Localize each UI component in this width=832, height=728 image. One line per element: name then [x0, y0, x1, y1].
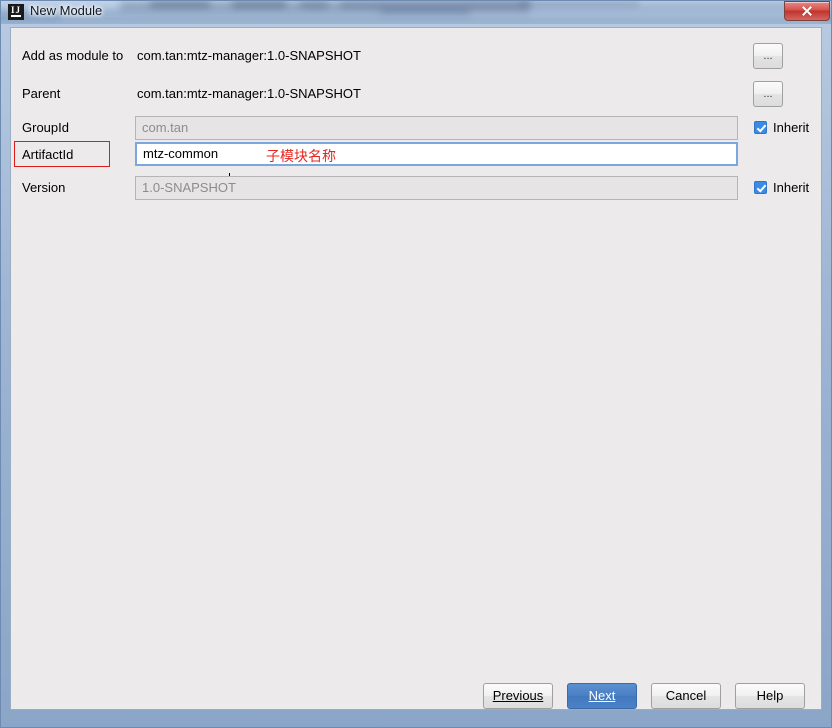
version-input[interactable]: 1.0-SNAPSHOT: [135, 176, 738, 200]
aero-glass-reflection: [300, 2, 328, 8]
artifactid-input[interactable]: mtz-common: [135, 142, 738, 166]
add-as-module-to-value: com.tan:mtz-manager:1.0-SNAPSHOT: [137, 48, 361, 63]
aero-glass-reflection: [60, 14, 820, 20]
add-as-module-to-label: Add as module to: [22, 48, 124, 63]
new-module-dialog-window: IJ New Module Add as module to com.tan:m…: [0, 0, 832, 728]
aero-glass-reflection: [232, 1, 286, 8]
previous-button-label: Previous: [492, 688, 544, 703]
add-as-module-to-browse-button[interactable]: ...: [753, 43, 783, 69]
ellipsis-icon: ...: [763, 88, 773, 100]
close-icon[interactable]: [784, 1, 830, 21]
artifactid-label: ArtifactId: [22, 147, 74, 162]
ellipsis-icon: ...: [763, 50, 773, 62]
aero-glass-reflection: [150, 1, 210, 8]
aero-glass-reflection: [520, 0, 640, 10]
previous-button[interactable]: Previous: [483, 683, 553, 709]
version-label: Version: [22, 180, 66, 195]
help-button[interactable]: Help: [735, 683, 805, 709]
parent-browse-button[interactable]: ...: [753, 81, 783, 107]
dialog-content-panel: Add as module to com.tan:mtz-manager:1.0…: [10, 27, 822, 710]
version-inherit-label: Inherit: [773, 180, 810, 195]
help-button-label: Help: [756, 688, 784, 703]
groupid-inherit-checkbox[interactable]: Inherit: [754, 120, 809, 135]
checkmark-icon: [754, 121, 767, 134]
groupid-inherit-label: Inherit: [773, 120, 810, 135]
parent-value: com.tan:mtz-manager:1.0-SNAPSHOT: [137, 86, 361, 101]
title-bar[interactable]: IJ New Module: [0, 0, 832, 24]
artifactid-annotation-note: 子模块名称: [266, 149, 336, 165]
aero-glass-reflection: [340, 2, 382, 8]
cancel-button[interactable]: Cancel: [651, 683, 721, 709]
parent-label: Parent: [22, 86, 61, 101]
groupid-label: GroupId: [22, 120, 69, 135]
version-inherit-checkbox[interactable]: Inherit: [754, 180, 809, 195]
checkmark-icon: [754, 181, 767, 194]
window-title: New Module: [30, 3, 103, 18]
next-button[interactable]: Next: [567, 683, 637, 709]
cancel-button-label: Cancel: [665, 688, 707, 703]
groupid-input[interactable]: com.tan: [135, 116, 738, 140]
next-button-label: Next: [588, 688, 616, 703]
intellij-idea-icon: IJ: [8, 4, 24, 20]
